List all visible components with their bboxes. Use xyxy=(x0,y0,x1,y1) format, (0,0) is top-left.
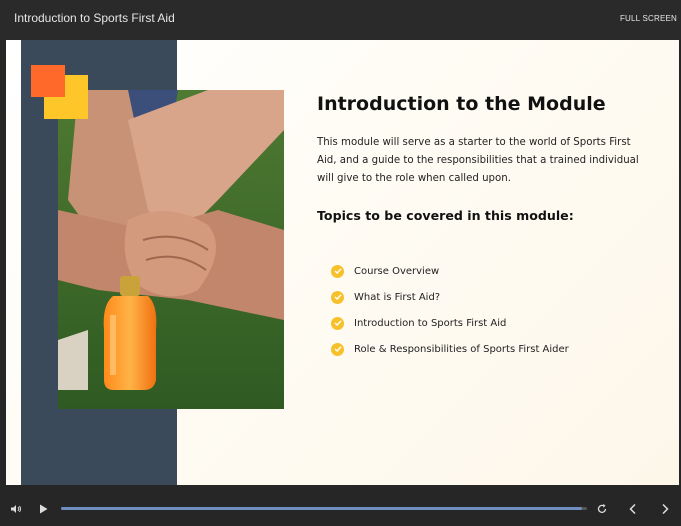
course-title: Introduction to Sports First Aid xyxy=(14,11,175,25)
slide: Introduction to the Module This module w… xyxy=(6,40,679,485)
fullscreen-button[interactable]: FULL SCREEN xyxy=(620,14,677,23)
chevron-left-icon[interactable] xyxy=(627,502,639,520)
topic-list: Course Overview What is First Aid? Intro… xyxy=(331,258,569,362)
list-item: Course Overview xyxy=(331,258,569,284)
topic-label: Introduction to Sports First Aid xyxy=(354,317,507,329)
top-bar: Introduction to Sports First Aid FULL SC… xyxy=(0,0,681,40)
topics-heading: Topics to be covered in this module: xyxy=(317,208,574,223)
check-circle-icon xyxy=(331,264,344,278)
topic-label: What is First Aid? xyxy=(354,291,441,303)
check-circle-icon xyxy=(331,316,344,330)
decor-square-orange xyxy=(31,65,65,97)
module-description: This module will serve as a starter to t… xyxy=(317,137,639,184)
volume-icon[interactable] xyxy=(10,502,22,520)
list-item: Role & Responsibilities of Sports First … xyxy=(331,336,569,362)
slide-heading: Introduction to the Module xyxy=(317,93,606,115)
check-circle-icon xyxy=(331,290,344,304)
check-circle-icon xyxy=(331,342,344,356)
topic-label: Course Overview xyxy=(354,265,440,277)
first-aid-illustration xyxy=(58,90,284,409)
list-item: Introduction to Sports First Aid xyxy=(331,310,569,336)
list-item: What is First Aid? xyxy=(331,284,569,310)
player-controls xyxy=(0,492,681,526)
replay-icon[interactable] xyxy=(596,502,608,520)
topic-label: Role & Responsibilities of Sports First … xyxy=(354,343,569,355)
play-icon[interactable] xyxy=(38,502,49,520)
chevron-right-icon[interactable] xyxy=(659,502,671,520)
progress-fill xyxy=(61,507,582,510)
progress-bar[interactable] xyxy=(61,507,587,510)
first-aid-photo xyxy=(58,90,284,409)
